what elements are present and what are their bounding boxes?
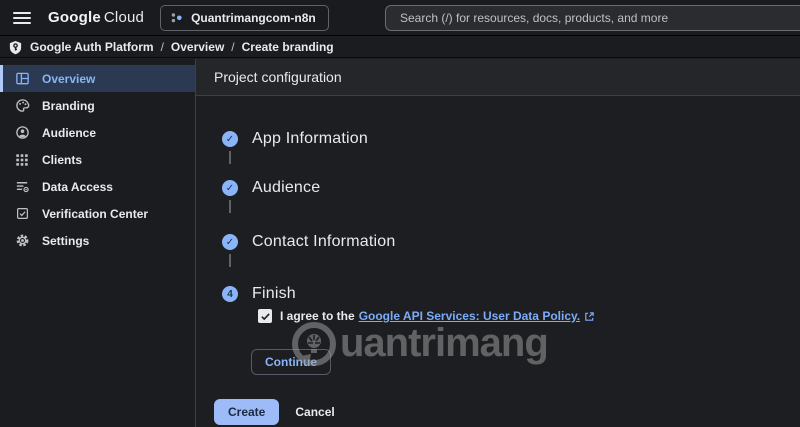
sidebar-item-label: Clients xyxy=(42,152,83,167)
checkbox-check-icon xyxy=(14,206,30,222)
logo-cloud-text: Cloud xyxy=(103,9,145,26)
logo-google-text: Google xyxy=(48,9,101,26)
google-cloud-console: Google Cloud Quantrimangcom-n8n Search (/… xyxy=(0,0,800,427)
list-gear-icon xyxy=(14,179,30,195)
overview-icon xyxy=(14,71,30,87)
sidebar-item-overview[interactable]: Overview xyxy=(0,65,195,92)
breadcrumb-auth-platform[interactable]: Google Auth Platform xyxy=(30,40,154,54)
step-label: Audience xyxy=(252,179,321,196)
content-header: Project configuration xyxy=(196,59,800,96)
project-selector[interactable]: Quantrimangcom-n8n xyxy=(160,4,329,31)
grid-icon xyxy=(14,152,30,168)
sidebar-item-audience[interactable]: Audience xyxy=(0,119,195,146)
sidebar-item-label: Overview xyxy=(42,71,96,86)
breadcrumb-create-branding[interactable]: Create branding xyxy=(242,40,334,54)
continue-button[interactable]: Continue xyxy=(251,349,331,375)
google-cloud-logo[interactable]: Google Cloud xyxy=(48,9,144,26)
sidebar-item-label: Branding xyxy=(42,98,95,113)
external-link-icon xyxy=(584,311,595,322)
form-actions: Create Cancel xyxy=(214,399,335,425)
watermark-text: uantrimang xyxy=(340,321,549,365)
sidebar-item-label: Verification Center xyxy=(42,206,149,221)
agreement-prefix: I agree to the xyxy=(280,309,355,323)
step-complete-check-icon: ✓ xyxy=(222,180,238,196)
step-number-badge: 4 xyxy=(222,286,238,302)
step-contact-information: ✓ Contact Information xyxy=(222,233,395,251)
step-connector xyxy=(229,254,231,267)
search-input[interactable]: Search (/) for resources, docs, products… xyxy=(385,5,800,31)
step-label: Contact Information xyxy=(252,233,396,250)
project-name: Quantrimangcom-n8n xyxy=(191,10,316,25)
sidebar-item-data-access[interactable]: Data Access xyxy=(0,173,195,200)
agreement-text: I agree to the Google API Services: User… xyxy=(280,309,595,323)
sidebar-item-label: Audience xyxy=(42,125,97,140)
sidebar-item-label: Data Access xyxy=(42,179,113,194)
menu-icon[interactable] xyxy=(13,11,31,24)
step-app-information: ✓ App Information xyxy=(222,130,368,148)
breadcrumb: Google Auth Platform / Overview / Create… xyxy=(0,37,800,58)
step-connector xyxy=(229,151,231,164)
stepper: ✓ App Information ✓ Audience ✓ Contact I… xyxy=(196,96,800,426)
agreement-row: I agree to the Google API Services: User… xyxy=(258,309,595,323)
person-icon xyxy=(14,125,30,141)
step-audience: ✓ Audience xyxy=(222,179,320,197)
page-title: Project configuration xyxy=(214,69,342,85)
step-complete-check-icon: ✓ xyxy=(222,234,238,250)
cancel-button[interactable]: Cancel xyxy=(295,405,334,419)
topbar: Google Cloud Quantrimangcom-n8n Search (/… xyxy=(0,0,800,36)
step-complete-check-icon: ✓ xyxy=(222,131,238,147)
palette-icon xyxy=(14,98,30,114)
gear-icon xyxy=(14,233,30,249)
sidebar-item-verification-center[interactable]: Verification Center xyxy=(0,200,195,227)
sidebar: Overview Branding Audience Clients Data … xyxy=(0,59,196,427)
breadcrumb-separator: / xyxy=(160,40,164,54)
sidebar-item-label: Settings xyxy=(42,233,90,248)
project-icon xyxy=(170,11,184,25)
sidebar-item-settings[interactable]: Settings xyxy=(0,227,195,254)
auth-platform-shield-icon xyxy=(8,40,23,55)
body: Overview Branding Audience Clients Data … xyxy=(0,59,800,427)
breadcrumb-separator: / xyxy=(231,40,235,54)
step-finish: 4 Finish xyxy=(222,285,296,303)
create-button[interactable]: Create xyxy=(214,399,280,425)
agree-checkbox[interactable] xyxy=(258,309,272,323)
sidebar-item-clients[interactable]: Clients xyxy=(0,146,195,173)
step-connector xyxy=(229,200,231,213)
main-content: Project configuration ✓ App Information … xyxy=(196,59,800,427)
breadcrumb-overview[interactable]: Overview xyxy=(171,40,224,54)
step-label: App Information xyxy=(252,130,368,147)
search-placeholder: Search (/) for resources, docs, products… xyxy=(400,11,669,25)
sidebar-item-branding[interactable]: Branding xyxy=(0,92,195,119)
step-label: Finish xyxy=(252,285,296,302)
user-data-policy-link[interactable]: Google API Services: User Data Policy. xyxy=(359,309,580,323)
